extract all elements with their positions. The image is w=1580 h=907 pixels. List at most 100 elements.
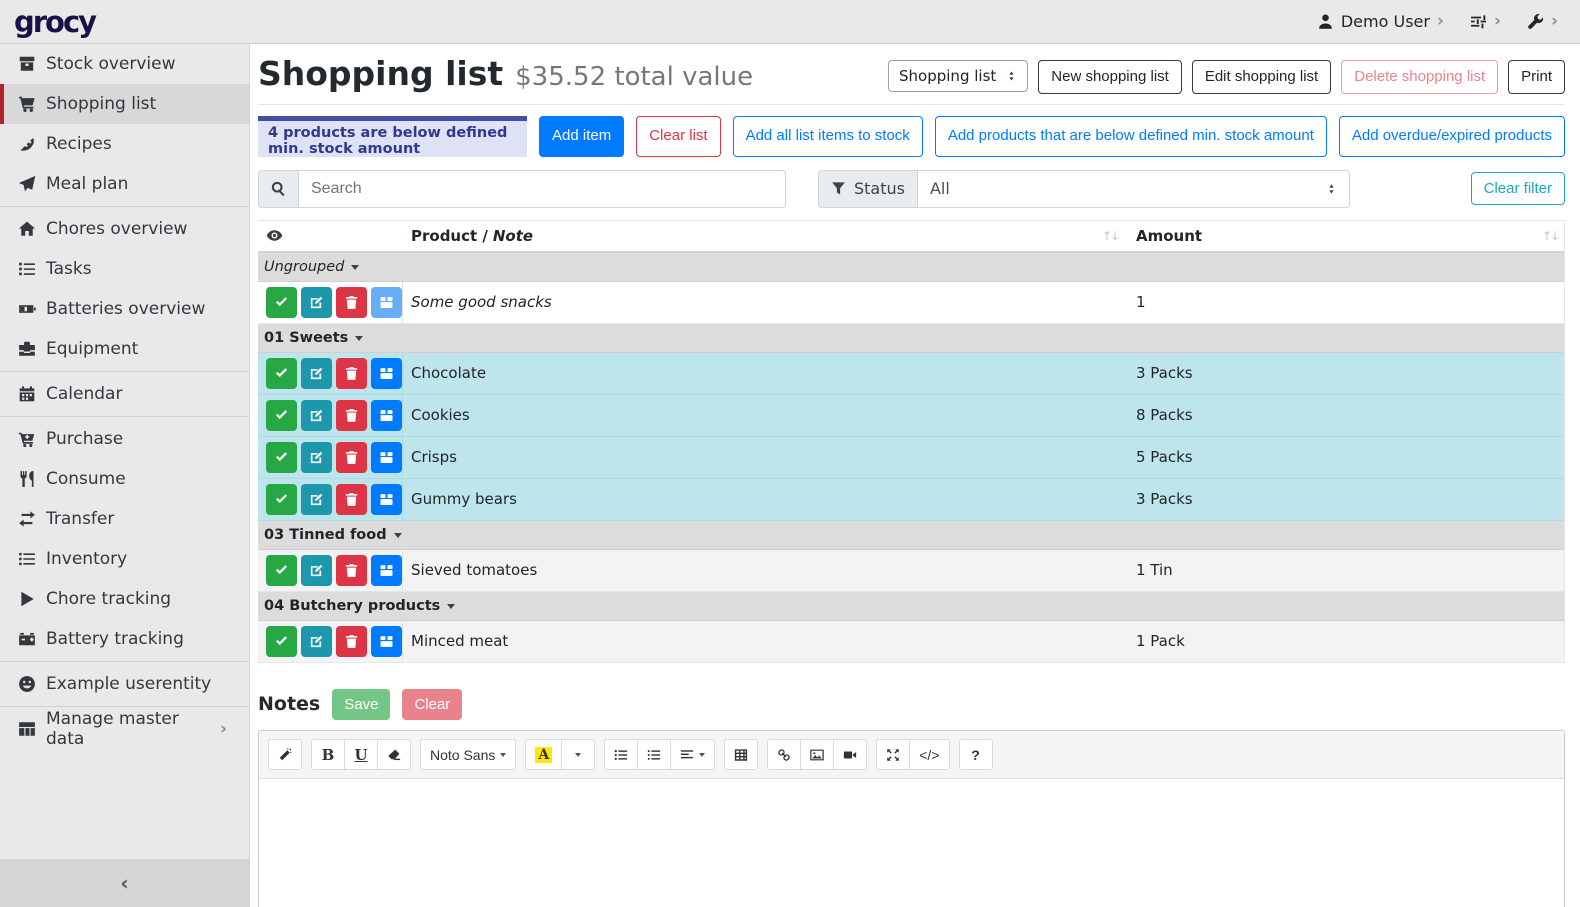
sidebar-item-meal-plan[interactable]: Meal plan	[0, 164, 249, 204]
trash-icon	[344, 563, 359, 578]
mark-done-button[interactable]	[266, 358, 297, 389]
print-button[interactable]: Print	[1508, 60, 1565, 94]
add-below-min-button[interactable]: Add products that are below defined min.…	[935, 116, 1327, 157]
magic-style-button[interactable]	[268, 739, 302, 770]
admin-menu[interactable]: ›	[1527, 13, 1558, 30]
font-family-button[interactable]: Noto Sans	[420, 739, 516, 770]
edit-item-button[interactable]	[301, 626, 332, 657]
insert-video-button[interactable]	[833, 739, 867, 770]
search-input[interactable]	[298, 170, 786, 208]
column-visibility-header[interactable]	[258, 227, 403, 244]
insert-link-button[interactable]	[767, 739, 801, 770]
sidebar-item-shopping-list[interactable]: Shopping list	[0, 84, 249, 124]
status-select[interactable]: All	[917, 170, 1350, 208]
sort-icon[interactable]: ↑↓	[1102, 229, 1118, 243]
group-header-sweets[interactable]: 01 Sweets	[258, 324, 1564, 353]
play-icon	[18, 590, 36, 608]
edit-shopping-list-button[interactable]: Edit shopping list	[1192, 60, 1331, 94]
trash-icon	[344, 450, 359, 465]
notes-editor[interactable]	[259, 779, 1564, 907]
delete-item-button[interactable]	[336, 400, 367, 431]
chevron-left-icon: ‹	[120, 871, 128, 895]
edit-item-button[interactable]	[301, 484, 332, 515]
sidebar-item-recipes[interactable]: Recipes	[0, 124, 249, 164]
fullscreen-button[interactable]	[876, 739, 910, 770]
cart-plus-icon	[18, 430, 36, 448]
chevron-right-icon: ›	[1551, 13, 1558, 30]
amount-column-header[interactable]: Amount ↑↓	[1124, 227, 1564, 245]
settings-menu[interactable]: ›	[1470, 13, 1501, 30]
product-column-header[interactable]: Product / Note ↑↓	[403, 227, 1124, 245]
sidebar-item-battery-tracking[interactable]: Battery tracking	[0, 619, 249, 659]
delete-item-button[interactable]	[336, 287, 367, 318]
sidebar-item-purchase[interactable]: Purchase	[0, 419, 249, 459]
group-header-butchery-products[interactable]: 04 Butchery products	[258, 592, 1564, 621]
delete-shopping-list-button[interactable]: Delete shopping list	[1341, 60, 1498, 94]
sidebar-item-consume[interactable]: Consume	[0, 459, 249, 499]
sidebar-item-calendar[interactable]: Calendar	[0, 374, 249, 414]
sidebar-item-transfer[interactable]: Transfer	[0, 499, 249, 539]
sort-icon[interactable]: ↑↓	[1542, 229, 1558, 243]
edit-item-button[interactable]	[301, 358, 332, 389]
code-view-button[interactable]: </>	[909, 739, 949, 770]
bold-button[interactable]: B	[311, 739, 345, 770]
edit-icon	[309, 563, 324, 578]
sidebar-item-chores-overview[interactable]: Chores overview	[0, 209, 249, 249]
underline-button[interactable]: U	[344, 739, 378, 770]
notes-save-button[interactable]: Save	[332, 689, 390, 721]
group-header-ungrouped[interactable]: Ungrouped	[258, 253, 1564, 282]
mark-done-button[interactable]	[266, 484, 297, 515]
edit-item-button[interactable]	[301, 442, 332, 473]
sidebar-item-manage-master-data[interactable]: Manage master data ›	[0, 709, 249, 749]
unordered-list-button[interactable]	[604, 739, 638, 770]
delete-item-button[interactable]	[336, 626, 367, 657]
mark-done-button[interactable]	[266, 626, 297, 657]
add-to-stock-button[interactable]	[371, 287, 402, 318]
sidebar-item-chore-tracking[interactable]: Chore tracking	[0, 579, 249, 619]
font-color-button[interactable]: A	[525, 739, 562, 770]
paragraph-align-button[interactable]	[670, 739, 715, 770]
delete-item-button[interactable]	[336, 442, 367, 473]
add-item-button[interactable]: Add item	[539, 116, 624, 157]
clear-filter-button[interactable]: Clear filter	[1471, 172, 1565, 206]
add-all-to-stock-button[interactable]: Add all list items to stock	[733, 116, 923, 157]
user-menu[interactable]: Demo User ›	[1317, 12, 1444, 31]
add-to-stock-button[interactable]	[371, 400, 402, 431]
add-overdue-button[interactable]: Add overdue/expired products	[1339, 116, 1565, 157]
sidebar-item-batteries-overview[interactable]: Batteries overview	[0, 289, 249, 329]
add-to-stock-button[interactable]	[371, 555, 402, 586]
delete-item-button[interactable]	[336, 555, 367, 586]
sidebar-item-inventory[interactable]: Inventory	[0, 539, 249, 579]
mark-done-button[interactable]	[266, 400, 297, 431]
notes-clear-button[interactable]: Clear	[402, 689, 462, 721]
eraser-button[interactable]	[377, 739, 411, 770]
mark-done-button[interactable]	[266, 442, 297, 473]
help-button[interactable]: ?	[959, 739, 993, 770]
group-header-tinned-food[interactable]: 03 Tinned food	[258, 521, 1564, 550]
sidebar-item-stock-overview[interactable]: Stock overview	[0, 44, 249, 84]
add-to-stock-button[interactable]	[371, 484, 402, 515]
add-to-stock-button[interactable]	[371, 358, 402, 389]
insert-table-button[interactable]	[724, 739, 758, 770]
sidebar-item-equipment[interactable]: Equipment	[0, 329, 249, 369]
sidebar-item-tasks[interactable]: Tasks	[0, 249, 249, 289]
shopping-list-select[interactable]: Shopping list	[888, 60, 1028, 92]
mark-done-button[interactable]	[266, 287, 297, 318]
new-shopping-list-button[interactable]: New shopping list	[1038, 60, 1182, 94]
delete-item-button[interactable]	[336, 484, 367, 515]
edit-item-button[interactable]	[301, 555, 332, 586]
edit-item-button[interactable]	[301, 287, 332, 318]
sidebar-collapse-button[interactable]: ‹	[0, 859, 249, 907]
edit-item-button[interactable]	[301, 400, 332, 431]
mark-done-button[interactable]	[266, 555, 297, 586]
add-to-stock-button[interactable]	[371, 442, 402, 473]
insert-picture-button[interactable]	[800, 739, 834, 770]
font-color-caret-button[interactable]	[561, 739, 595, 770]
delete-item-button[interactable]	[336, 358, 367, 389]
add-to-stock-button[interactable]	[371, 626, 402, 657]
table-row: Cookies 8 Packs	[258, 395, 1564, 437]
status-label: Status	[854, 179, 905, 198]
clear-list-button[interactable]: Clear list	[636, 116, 720, 157]
sidebar-item-example-userentity[interactable]: Example userentity	[0, 664, 249, 704]
ordered-list-button[interactable]	[637, 739, 671, 770]
